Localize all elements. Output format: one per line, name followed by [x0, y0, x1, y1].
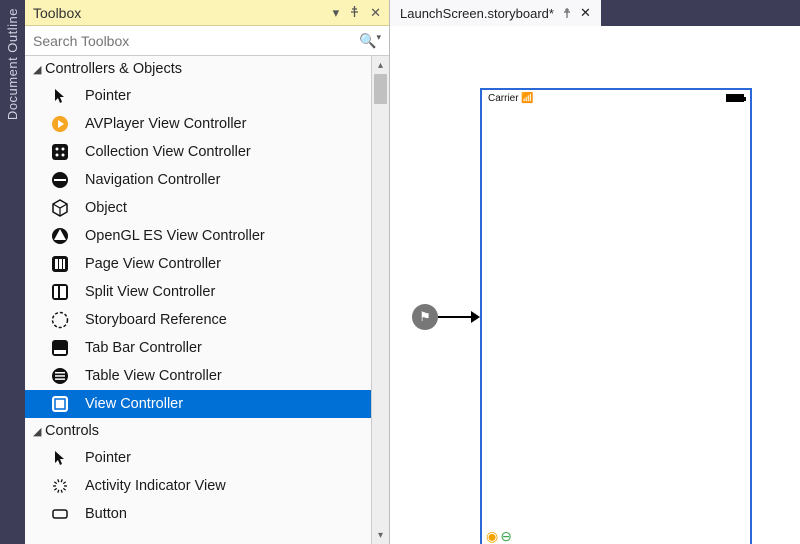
tab-label: LaunchScreen.storyboard*: [400, 6, 554, 21]
group-header[interactable]: ◢Controls: [25, 418, 371, 444]
toolbox-item-label: View Controller: [85, 396, 183, 412]
document-tabs: LaunchScreen.storyboard* ✕: [390, 0, 800, 26]
status-bar: Carrier 📶: [482, 90, 750, 106]
tab-launchscreen[interactable]: LaunchScreen.storyboard* ✕: [390, 0, 601, 26]
toolbox-item-label: AVPlayer View Controller: [85, 116, 246, 132]
pointer-icon: [49, 447, 71, 469]
toolbox-item-label: Tab Bar Controller: [85, 340, 202, 356]
toolbox-item-label: OpenGL ES View Controller: [85, 228, 265, 244]
toolbox-header: Toolbox ▾ ✕: [25, 0, 389, 26]
scroll-track[interactable]: [372, 74, 389, 526]
tableview-icon: [49, 365, 71, 387]
opengl-icon: [49, 225, 71, 247]
search-icon[interactable]: 🔍▾: [359, 32, 381, 50]
toolbox-item[interactable]: View Controller: [25, 390, 371, 418]
tabbar-icon: [49, 337, 71, 359]
wifi-icon: 📶: [521, 93, 533, 104]
activity-icon: [49, 475, 71, 497]
designer-panel: LaunchScreen.storyboard* ✕ ⚑ Carrier 📶 ◉…: [390, 0, 800, 544]
group-label: Controllers & Objects: [45, 61, 182, 77]
toolbox-item[interactable]: Split View Controller: [25, 278, 371, 306]
navigation-icon: [49, 169, 71, 191]
pin-icon[interactable]: [562, 6, 572, 21]
toolbox-item-label: Page View Controller: [85, 256, 221, 272]
carrier-label: Carrier: [488, 93, 519, 104]
collection-icon: [49, 141, 71, 163]
toolbox-title: Toolbox: [33, 5, 333, 21]
pageview-icon: [49, 253, 71, 275]
pin-icon[interactable]: [349, 5, 360, 21]
first-responder-icon: ◉: [486, 528, 498, 544]
dropdown-icon[interactable]: ▾: [333, 5, 340, 21]
toolbox-item-label: Button: [85, 506, 127, 522]
document-outline-tab[interactable]: Document Outline: [0, 0, 25, 544]
toolbox-item[interactable]: Object: [25, 194, 371, 222]
pointer-icon: [49, 85, 71, 107]
toolbox-item-label: Collection View Controller: [85, 144, 251, 160]
scroll-down-icon[interactable]: ▾: [372, 526, 389, 544]
view-controller-scene[interactable]: Carrier 📶 ◉ ⊖: [480, 88, 752, 544]
toolbox-item[interactable]: Page View Controller: [25, 250, 371, 278]
scroll-thumb[interactable]: [374, 74, 387, 104]
entry-point-arrow[interactable]: ⚑: [412, 304, 480, 330]
group-header[interactable]: ◢Controllers & Objects: [25, 56, 371, 82]
toolbox-item-label: Table View Controller: [85, 368, 222, 384]
close-icon[interactable]: ✕: [370, 5, 381, 21]
battery-icon: [726, 94, 744, 102]
toolbox-item[interactable]: Button: [25, 500, 371, 528]
splitview-icon: [49, 281, 71, 303]
toolbox-item-label: Navigation Controller: [85, 172, 220, 188]
toolbox-item-label: Split View Controller: [85, 284, 215, 300]
group-label: Controls: [45, 423, 99, 439]
toolbox-item-label: Pointer: [85, 450, 131, 466]
expand-icon: ◢: [33, 63, 45, 76]
toolbox-item[interactable]: Collection View Controller: [25, 138, 371, 166]
exit-icon: ⊖: [500, 528, 512, 544]
entry-point-icon: ⚑: [412, 304, 438, 330]
toolbox-item-label: Storyboard Reference: [85, 312, 227, 328]
object-icon: [49, 197, 71, 219]
toolbox-item[interactable]: Table View Controller: [25, 362, 371, 390]
toolbox-item-label: Object: [85, 200, 127, 216]
viewctrl-icon: [49, 393, 71, 415]
expand-icon: ◢: [33, 425, 45, 438]
toolbox-item-label: Pointer: [85, 88, 131, 104]
button-icon: [49, 503, 71, 525]
toolbox-scrollbar[interactable]: ▴ ▾: [371, 56, 389, 544]
toolbox-item-label: Activity Indicator View: [85, 478, 226, 494]
document-outline-label: Document Outline: [5, 8, 20, 120]
storyref-icon: [49, 309, 71, 331]
toolbox-item[interactable]: AVPlayer View Controller: [25, 110, 371, 138]
toolbox-item[interactable]: Navigation Controller: [25, 166, 371, 194]
close-icon[interactable]: ✕: [580, 5, 591, 21]
design-canvas[interactable]: ⚑ Carrier 📶 ◉ ⊖: [390, 26, 800, 544]
search-input[interactable]: [33, 33, 359, 49]
scroll-up-icon[interactable]: ▴: [372, 56, 389, 74]
scene-footer-icons: ◉ ⊖: [482, 526, 512, 544]
toolbox-item[interactable]: Pointer: [25, 444, 371, 472]
toolbox-item[interactable]: Tab Bar Controller: [25, 334, 371, 362]
toolbox-item[interactable]: Storyboard Reference: [25, 306, 371, 334]
toolbox-item[interactable]: Pointer: [25, 82, 371, 110]
toolbox-item[interactable]: OpenGL ES View Controller: [25, 222, 371, 250]
toolbox-panel: Toolbox ▾ ✕ 🔍▾ ◢Controllers & ObjectsPoi…: [25, 0, 390, 544]
toolbox-search: 🔍▾: [25, 26, 389, 56]
toolbox-item[interactable]: Activity Indicator View: [25, 472, 371, 500]
avplayer-icon: [49, 113, 71, 135]
